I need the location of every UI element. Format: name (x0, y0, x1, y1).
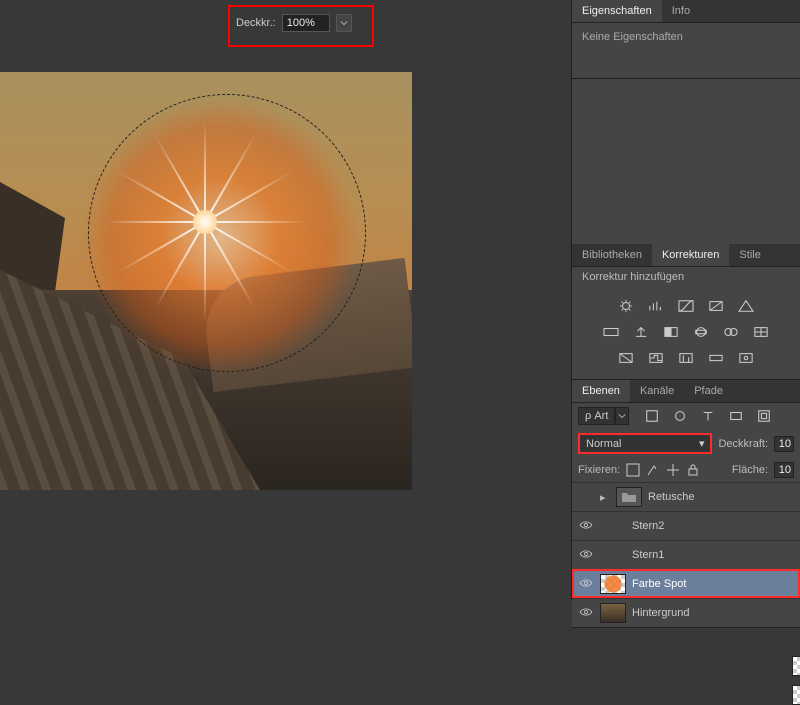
layer-thumbnail (600, 574, 626, 594)
bw-icon[interactable] (660, 323, 682, 341)
photo-filter-icon[interactable] (690, 323, 712, 341)
fill-label: Fläche: (732, 464, 768, 476)
layer-filter-row: ρ Art (572, 403, 800, 429)
lock-label: Fixieren: (578, 464, 620, 476)
channel-mixer-icon[interactable] (720, 323, 742, 341)
layer-thumbnail (792, 685, 800, 705)
layer-row[interactable]: Stern1 (572, 540, 800, 569)
tab-libraries[interactable]: Bibliotheken (572, 244, 652, 266)
folder-icon (616, 487, 642, 507)
fill-value[interactable]: 10 (774, 462, 794, 478)
right-panel-dock: Eigenschaften Info Keine Eigenschaften B… (572, 0, 800, 600)
lock-row: Fixieren: Fläche: 10 (572, 458, 800, 482)
layers-tabs: Ebenen Kanäle Pfade (572, 380, 800, 403)
filter-shape-icon[interactable] (725, 407, 747, 425)
chevron-down-icon: ▾ (699, 437, 705, 450)
layer-opacity-value[interactable]: 10 (774, 436, 794, 452)
tab-layers[interactable]: Ebenen (572, 380, 630, 402)
filter-type-icon[interactable] (697, 407, 719, 425)
tab-channels[interactable]: Kanäle (630, 380, 684, 402)
layers-panel: Ebenen Kanäle Pfade ρ Art Normal ▾ Deckk… (572, 380, 800, 628)
layer-thumbnail (600, 603, 626, 623)
properties-panel: Eigenschaften Info Keine Eigenschaften (572, 0, 800, 79)
tab-paths[interactable]: Pfade (684, 380, 733, 402)
document-canvas[interactable] (0, 72, 412, 490)
blend-mode-row: Normal ▾ Deckkraft: 10 (572, 429, 800, 458)
corrections-body (572, 287, 800, 379)
selective-color-icon[interactable] (735, 349, 757, 367)
corrections-tabs: Bibliotheken Korrekturen Stile (572, 244, 800, 267)
exposure-icon[interactable] (705, 297, 727, 315)
layer-opacity-label: Deckkraft: (718, 438, 768, 450)
tab-info[interactable]: Info (662, 0, 700, 22)
levels-icon[interactable] (645, 297, 667, 315)
layer-name[interactable]: Stern2 (632, 520, 794, 532)
filter-pixel-icon[interactable] (641, 407, 663, 425)
brush-opacity-control: Deckkr.: 100% (236, 14, 352, 32)
layer-row[interactable]: Stern2 (572, 511, 800, 540)
layer-thumbnail (792, 656, 800, 676)
layer-kind-select[interactable]: ρ Art (578, 407, 629, 425)
tab-corrections[interactable]: Korrekturen (652, 244, 729, 266)
visibility-toggle[interactable] (578, 607, 594, 620)
layers-list: ▸ Retusche Stern2 Stern1 Farbe Spot Hintergru… (572, 482, 800, 627)
properties-tabs: Eigenschaften Info (572, 0, 800, 23)
properties-body: Keine Eigenschaften (572, 23, 800, 78)
layer-row[interactable]: Farbe Spot (572, 569, 800, 598)
brightness-contrast-icon[interactable] (615, 297, 637, 315)
blend-mode-value: Normal (586, 438, 621, 450)
layer-name[interactable]: Farbe Spot (632, 578, 794, 590)
layer-name[interactable]: Retusche (648, 491, 794, 503)
layer-row[interactable]: ▸ Retusche (572, 482, 800, 511)
filter-smart-icon[interactable] (753, 407, 775, 425)
gradient-map-icon[interactable] (705, 349, 727, 367)
curves-icon[interactable] (675, 297, 697, 315)
visibility-toggle[interactable] (578, 520, 594, 533)
folder-toggle[interactable]: ▸ (600, 491, 610, 504)
layer-kind-label: ρ Art (585, 410, 608, 422)
blend-mode-select[interactable]: Normal ▾ (578, 433, 712, 454)
color-lookup-icon[interactable] (750, 323, 772, 341)
opacity-input[interactable]: 100% (282, 14, 330, 32)
layer-row[interactable]: Hintergrund (572, 598, 800, 627)
corrections-title: Korrektur hinzufügen (572, 267, 800, 287)
layer-name[interactable]: Hintergrund (632, 607, 794, 619)
tab-properties[interactable]: Eigenschaften (572, 0, 662, 22)
visibility-toggle[interactable] (578, 549, 594, 562)
lock-transparency-icon[interactable] (626, 463, 640, 477)
visibility-toggle[interactable] (578, 578, 594, 591)
tab-styles[interactable]: Stile (729, 244, 770, 266)
circular-selection[interactable] (88, 94, 366, 372)
opacity-dropdown[interactable] (336, 14, 352, 32)
opacity-label: Deckkr.: (236, 17, 276, 29)
corrections-panel: Bibliotheken Korrekturen Stile Korrektur… (572, 244, 800, 380)
threshold-icon[interactable] (675, 349, 697, 367)
posterize-icon[interactable] (645, 349, 667, 367)
vibrance-icon[interactable] (735, 297, 757, 315)
color-balance-icon[interactable] (630, 323, 652, 341)
lock-pixels-icon[interactable] (646, 463, 660, 477)
spacer (572, 79, 800, 244)
filter-adjust-icon[interactable] (669, 407, 691, 425)
lock-all-icon[interactable] (686, 463, 700, 477)
invert-icon[interactable] (615, 349, 637, 367)
layer-name[interactable]: Stern1 (632, 549, 794, 561)
hue-icon[interactable] (600, 323, 622, 341)
lock-position-icon[interactable] (666, 463, 680, 477)
